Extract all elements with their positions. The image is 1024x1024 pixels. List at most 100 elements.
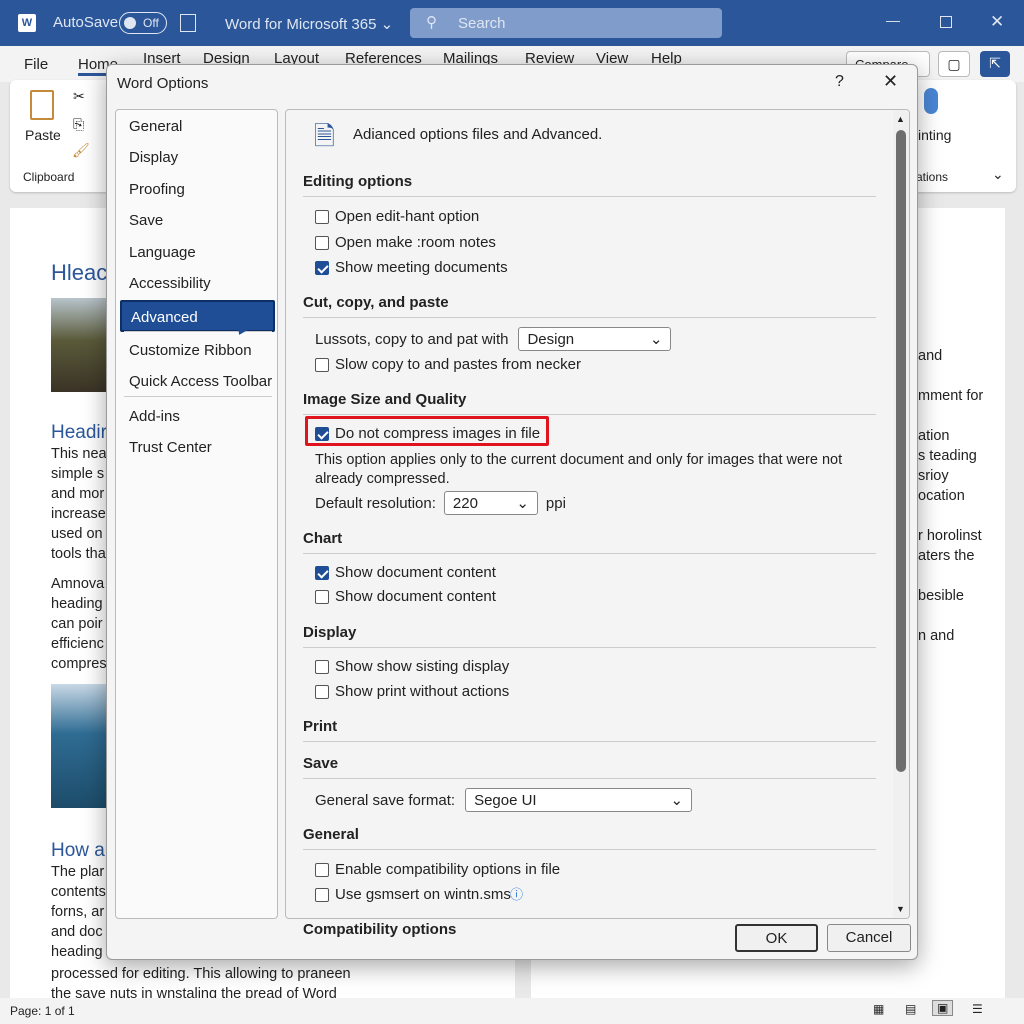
copy-icon[interactable]: ⎘ [73, 116, 84, 133]
doc-line: ation [918, 426, 983, 446]
format-painter-icon[interactable]: 🖌 [72, 142, 90, 159]
section-save: Save [303, 755, 338, 772]
nav-item-add-ins[interactable]: Add-ins [120, 401, 275, 433]
read-mode-icon[interactable]: ▦ [873, 1002, 884, 1016]
app-title[interactable]: Word for Microsoft 365 ⌄ [225, 15, 393, 33]
cancel-button[interactable]: Cancel [827, 924, 911, 952]
doc-paragraph: The plarcontentsforns, arand docheading [51, 862, 106, 962]
info-icon[interactable]: ⓘ [510, 884, 523, 903]
web-layout-icon[interactable]: ▤ [905, 1002, 916, 1016]
document-settings-icon: 🗎 [314, 118, 335, 162]
section-image-size-quality: Image Size and Quality [303, 391, 466, 408]
maximize-button[interactable] [940, 16, 952, 28]
comments-button[interactable]: ▢ [938, 51, 970, 77]
checkbox-unchecked[interactable] [315, 590, 329, 604]
nav-item-save[interactable]: Save [120, 205, 275, 237]
option-checkbox-row[interactable]: Open edit-hant option [315, 208, 479, 225]
doc-line: forns, ar [51, 902, 106, 922]
options-nav: GeneralDisplayProofingSaveLanguageAccess… [115, 109, 278, 919]
option-checkbox-row[interactable]: Use gsmsert on wintn.sms [315, 886, 511, 903]
nav-item-general[interactable]: General [120, 111, 275, 143]
paste-option-select[interactable]: Design⌄ [518, 327, 671, 351]
checkbox-unchecked[interactable] [315, 210, 329, 224]
focus-icon[interactable]: ☰ [972, 1002, 983, 1016]
divider [303, 647, 876, 648]
help-button[interactable]: ? [835, 73, 844, 91]
option-checkbox-row[interactable]: Show show sisting display [315, 658, 509, 675]
doc-line: tools tha [51, 544, 107, 564]
resolution-select[interactable]: 220⌄ [444, 491, 538, 515]
scroll-down-icon[interactable]: ▼ [896, 904, 905, 914]
checkbox-unchecked[interactable] [315, 358, 329, 372]
dialog-close-button[interactable]: ✕ [883, 71, 898, 92]
option-checkbox-row[interactable]: Show meeting documents [315, 259, 508, 276]
nav-item-accessibility[interactable]: Accessibility [120, 268, 275, 300]
autosave-toggle[interactable]: Off [119, 12, 167, 34]
doc-line: compres [51, 654, 107, 674]
option-checkbox-row[interactable]: Show document content [315, 588, 496, 605]
print-layout-icon[interactable]: ▣ [932, 1000, 953, 1016]
pane-header: Adianced options files and Advanced. [353, 126, 602, 143]
option-checkbox-row[interactable]: Open make :room notes [315, 234, 496, 251]
option-label: Use gsmsert on wintn.sms [335, 886, 511, 903]
selected-value: 220 [453, 495, 478, 512]
tab-file[interactable]: File [24, 56, 48, 73]
option-label: Show show sisting display [335, 658, 509, 675]
paste-icon[interactable] [30, 90, 54, 120]
option-label: Enable compatibility options in file [335, 861, 560, 878]
selected-value: Segoe UI [474, 792, 537, 809]
save-format-select[interactable]: Segoe UI⌄ [465, 788, 692, 812]
save-icon[interactable] [180, 14, 196, 32]
divider [303, 778, 876, 779]
checkbox-unchecked[interactable] [315, 863, 329, 877]
divider [303, 741, 876, 742]
minimize-button[interactable]: — [886, 12, 900, 28]
nav-item-quick-access-toolbar[interactable]: Quick Access Toolbar [120, 366, 275, 398]
section-print: Print [303, 718, 337, 735]
option-checkbox-row[interactable]: Slow copy to and pastes from necker [315, 356, 581, 373]
section-chart: Chart [303, 530, 342, 547]
option-checkbox-row[interactable]: Show document content [315, 564, 496, 581]
nav-item-display[interactable]: Display [120, 142, 275, 174]
scrollbar-thumb[interactable] [896, 130, 906, 772]
collapse-ribbon-icon[interactable]: ⌄ [992, 166, 1004, 183]
search-box[interactable]: ⚲ Search [410, 8, 722, 38]
dictate-button[interactable]: inting [918, 127, 951, 143]
cut-icon[interactable]: ✂ [73, 88, 85, 105]
checkbox-unchecked[interactable] [315, 236, 329, 250]
doc-line: srioy [918, 466, 983, 486]
option-checkbox-row[interactable]: Enable compatibility options in file [315, 861, 560, 878]
microphone-icon[interactable] [924, 88, 938, 114]
divider [303, 317, 876, 318]
scrollbar[interactable]: ▲ ▼ [893, 110, 909, 919]
save-format-label: General save format: [315, 792, 455, 809]
checkbox-unchecked[interactable] [315, 888, 329, 902]
doc-line: r horolinst [918, 526, 983, 546]
nav-item-customize-ribbon[interactable]: Customize Ribbon [120, 335, 275, 367]
page-count[interactable]: Page: 1 of 1 [10, 1004, 75, 1018]
option-checkbox-row[interactable]: Do not compress images in file [315, 425, 540, 442]
option-label: Show meeting documents [335, 259, 508, 276]
scroll-up-icon[interactable]: ▲ [896, 114, 905, 124]
share-button[interactable]: ⇱ [980, 51, 1010, 77]
nav-item-proofing[interactable]: Proofing [120, 174, 275, 206]
doc-line: and doc [51, 922, 106, 942]
nav-item-language[interactable]: Language [120, 237, 275, 269]
paste-button[interactable]: Paste [25, 127, 61, 143]
option-label: Slow copy to and pastes from necker [335, 356, 581, 373]
doc-line: and [918, 346, 983, 366]
checkbox-checked[interactable] [315, 566, 329, 580]
doc-right-column: andmment forations teadingsrioyocationr … [918, 346, 983, 646]
doc-subheading: How a [51, 840, 105, 862]
close-window-button[interactable]: ✕ [990, 12, 1004, 32]
autosave-label: AutoSave [53, 14, 118, 31]
checkbox-checked[interactable] [315, 261, 329, 275]
option-checkbox-row[interactable]: Show print without actions [315, 683, 509, 700]
nav-item-trust-center[interactable]: Trust Center [120, 432, 275, 464]
checkbox-unchecked[interactable] [315, 660, 329, 674]
checkbox-checked[interactable] [315, 427, 329, 441]
checkbox-unchecked[interactable] [315, 685, 329, 699]
toggle-knob [124, 17, 136, 29]
ok-button[interactable]: OK [735, 924, 818, 952]
doc-line: simple s [51, 464, 107, 484]
